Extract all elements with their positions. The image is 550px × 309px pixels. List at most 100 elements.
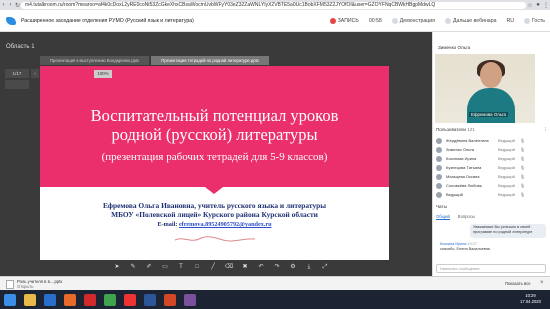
screen-share-button[interactable]: Демонстрация [391, 17, 435, 24]
user-icon [523, 17, 530, 24]
redo-icon[interactable]: ↷ [272, 263, 282, 272]
list-item[interactable]: Ведущий Ведущий 🎙 [436, 190, 548, 199]
handwritten-signature [174, 236, 256, 242]
drawing-toolbar: ➤ ✎ ✐ ▭ T □ ╱ ⌫ ✖ ↶ ↷ ⚙ ⤓ ⤢ [112, 262, 330, 273]
profile-icon[interactable]: ● [534, 2, 542, 8]
video-name-label: Ефремова Ольга [469, 112, 508, 117]
square-icon[interactable]: □ [192, 263, 202, 272]
webinar-title: Расширенное заседание отделения РУМО (Ру… [21, 17, 194, 24]
mic-icon[interactable]: 🎙 [520, 156, 532, 161]
mic-icon[interactable]: 🎙 [520, 138, 532, 143]
menu-icon[interactable]: ⋮ [542, 2, 550, 9]
trash-icon[interactable]: ✖ [240, 263, 250, 272]
chat-bubble: Уважаемые Вы успешно в своей программе п… [470, 224, 546, 238]
text-icon[interactable]: T [176, 263, 186, 272]
pen-icon[interactable]: ✎ [128, 263, 138, 272]
close-icon[interactable]: × [540, 280, 544, 286]
user-menu[interactable]: Гость [523, 17, 545, 24]
viber-icon[interactable] [184, 293, 196, 306]
folder-icon[interactable] [24, 293, 36, 306]
undo-icon[interactable]: ↶ [256, 263, 266, 272]
chat-input[interactable]: Написать сообщение [436, 264, 546, 273]
presentation-tabs: Презентация к выступлению Бондаренко.ppt… [40, 56, 271, 65]
taskbar [0, 290, 550, 309]
mic-icon[interactable]: 🎙 [520, 147, 532, 152]
slide-subtitle: (презентация рабочих тетрадей для 5-9 кл… [101, 151, 328, 163]
tab-general[interactable]: Общий [436, 214, 450, 220]
avatar [436, 137, 442, 144]
slide-canvas: Воспитательный потенциал уроков родной (… [40, 66, 389, 260]
eraser-icon[interactable]: ⌫ [224, 263, 234, 272]
avatar [436, 191, 442, 198]
show-all-downloads[interactable]: Показать все [505, 281, 531, 286]
avatar [436, 155, 442, 162]
email-link[interactable]: efremova.89524905792@yandex.ru [179, 221, 272, 228]
author-email: E-mail: efremova.89524905792@yandex.ru [157, 221, 272, 228]
chrome-icon[interactable] [104, 293, 116, 306]
participants-list: Жердёвина Валентина Ведущий 🎙 Зименко Ольг… [436, 136, 548, 199]
app-header: Расширенное заседание отделения РУМО (Ру… [0, 10, 550, 32]
list-item[interactable]: Жердёвина Валентина Ведущий 🎙 [436, 136, 548, 145]
pencil-icon[interactable]: ✐ [144, 263, 154, 272]
mic-icon[interactable]: 🎙 [520, 174, 532, 179]
back-icon[interactable]: ‹ [0, 2, 7, 8]
video-header: Зименко Ольга [438, 45, 471, 50]
forward-icon[interactable]: › [7, 2, 14, 8]
list-item[interactable]: Кузнецова Татьяна Ведущий 🎙 [436, 163, 548, 172]
system-clock: 10:29 17.04.2020 [520, 293, 541, 304]
chat-header: Чаты [436, 204, 447, 209]
media-icon[interactable] [64, 293, 76, 306]
page-input[interactable]: 1/17 [5, 68, 29, 78]
list-item[interactable]: Косинова Ирина Ведущий 🎙 [436, 154, 548, 163]
exit-icon [444, 17, 451, 24]
chat-message: Кочкина Ирина 10:27 спасибо, Елена Васил… [440, 242, 490, 251]
mic-icon[interactable]: 🎙 [520, 192, 532, 197]
tab-presentation-1[interactable]: Презентация к выступлению Бондаренко.ppt… [40, 56, 150, 65]
mic-icon[interactable]: 🎙 [520, 165, 532, 170]
url-input[interactable]: m4.tutalkroom.ru/room?mearoo=af4k0cDoxL2… [21, 1, 526, 9]
band-arrow [205, 187, 223, 194]
fullscreen-icon[interactable]: ⤢ [320, 263, 330, 272]
reload-icon[interactable]: ↻ [14, 2, 21, 9]
record-button[interactable]: ЗАПИСЬ [329, 17, 359, 24]
author-block: Ефремова Ольга Ивановна, учитель русског… [102, 201, 327, 219]
tab-presentation-2[interactable]: Презентация тетрадей по родной литератур… [151, 56, 269, 65]
start-icon[interactable] [4, 293, 16, 306]
avatar [436, 164, 442, 171]
prev-slide-icon[interactable]: ‹ [31, 68, 39, 78]
zoom-level[interactable]: 100% [94, 70, 112, 78]
powerpoint-icon[interactable] [164, 293, 176, 306]
timer: 00:58 [368, 17, 382, 24]
app-logo-icon [6, 16, 16, 25]
pointer-icon[interactable]: ➤ [112, 263, 122, 272]
star-icon[interactable]: ☆ [526, 2, 534, 9]
yandex-icon[interactable] [124, 293, 136, 306]
webcam-video: Ефремова Ольга [435, 54, 535, 123]
participants-menu-icon[interactable]: ⋮ [543, 126, 548, 134]
download-item[interactable]: Роль учителя в в....pptx Открыть [6, 279, 62, 289]
download-bar: Роль учителя в в....pptx Открыть Показат… [0, 276, 550, 290]
participants-count: 121 [467, 127, 475, 132]
word-icon[interactable] [144, 293, 156, 306]
chat-tabs: Общий Вопросы [436, 214, 475, 220]
mic-icon[interactable]: 🎙 [520, 183, 532, 188]
list-item[interactable]: Соловьёва Любовь Ведущий 🎙 [436, 181, 548, 190]
mail-icon[interactable] [44, 293, 56, 306]
settings-icon[interactable]: ⚙ [288, 263, 298, 272]
language-select[interactable]: RU [506, 18, 514, 24]
avatar [436, 182, 442, 189]
tab-questions[interactable]: Вопросы [458, 214, 475, 220]
leave-webinar-button[interactable]: Дальше вебинара [444, 17, 496, 24]
area-label: Область 1 [6, 44, 35, 50]
avatar [436, 173, 442, 180]
opera-icon[interactable] [84, 293, 96, 306]
browser-address-bar: ‹ › ↻ m4.tutalkroom.ru/room?mearoo=af4k0… [0, 0, 550, 10]
download-icon[interactable]: ⤓ [304, 263, 314, 272]
list-item[interactable]: Мальцева Оксана Ведущий 🎙 [436, 172, 548, 181]
participants-header: Пользователи 121 ⋮ [436, 126, 548, 134]
record-icon [329, 17, 336, 24]
list-item[interactable]: Зименко Ольга Ведущий 🎙 [436, 145, 548, 154]
avatar [436, 146, 442, 153]
marker-icon[interactable]: ▭ [160, 263, 170, 272]
line-icon[interactable]: ╱ [208, 263, 218, 272]
